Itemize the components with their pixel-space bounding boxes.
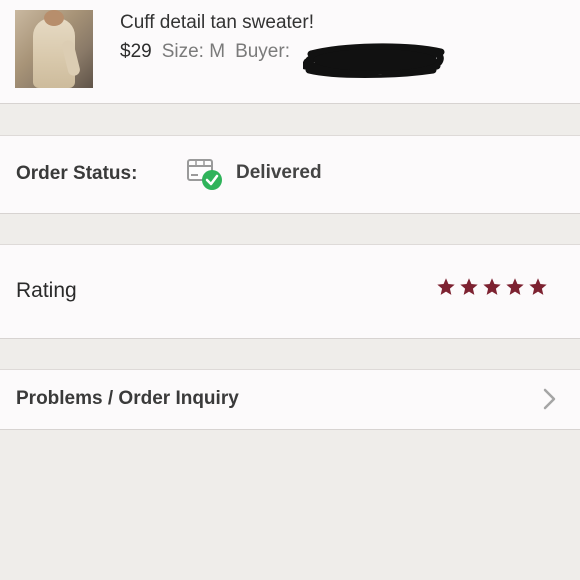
rating-row: Rating <box>0 244 580 339</box>
order-inquiry-row[interactable]: Problems / Order Inquiry <box>0 369 580 430</box>
rating-label: Rating <box>16 279 77 302</box>
star-icon <box>483 278 501 295</box>
chevron-right-icon[interactable] <box>540 387 558 411</box>
size-label: Size: <box>161 41 204 62</box>
order-status-value: Delivered <box>236 162 322 183</box>
package-delivered-icon <box>187 159 222 190</box>
product-thumbnail[interactable] <box>15 10 93 88</box>
product-price: $29 <box>120 41 152 62</box>
star-icon <box>506 278 524 295</box>
order-status-label: Order Status: <box>16 163 138 184</box>
size-value: M <box>209 41 226 62</box>
order-inquiry-label: Problems / Order Inquiry <box>16 388 239 409</box>
rating-stars <box>436 277 551 297</box>
star-icon <box>437 278 455 295</box>
buyer-label: Buyer: <box>235 41 290 62</box>
product-meta: $29 Size: M Buyer: <box>120 41 290 63</box>
product-card[interactable]: Cuff detail tan sweater! $29 Size: M Buyer… <box>0 0 580 104</box>
product-title: Cuff detail tan sweater! <box>120 12 314 33</box>
order-status-row: Order Status: Delivered <box>0 135 580 214</box>
buyer-name-redaction <box>303 43 445 78</box>
thumbnail-head <box>44 10 64 26</box>
star-icon <box>460 278 478 295</box>
star-icon <box>529 278 547 295</box>
